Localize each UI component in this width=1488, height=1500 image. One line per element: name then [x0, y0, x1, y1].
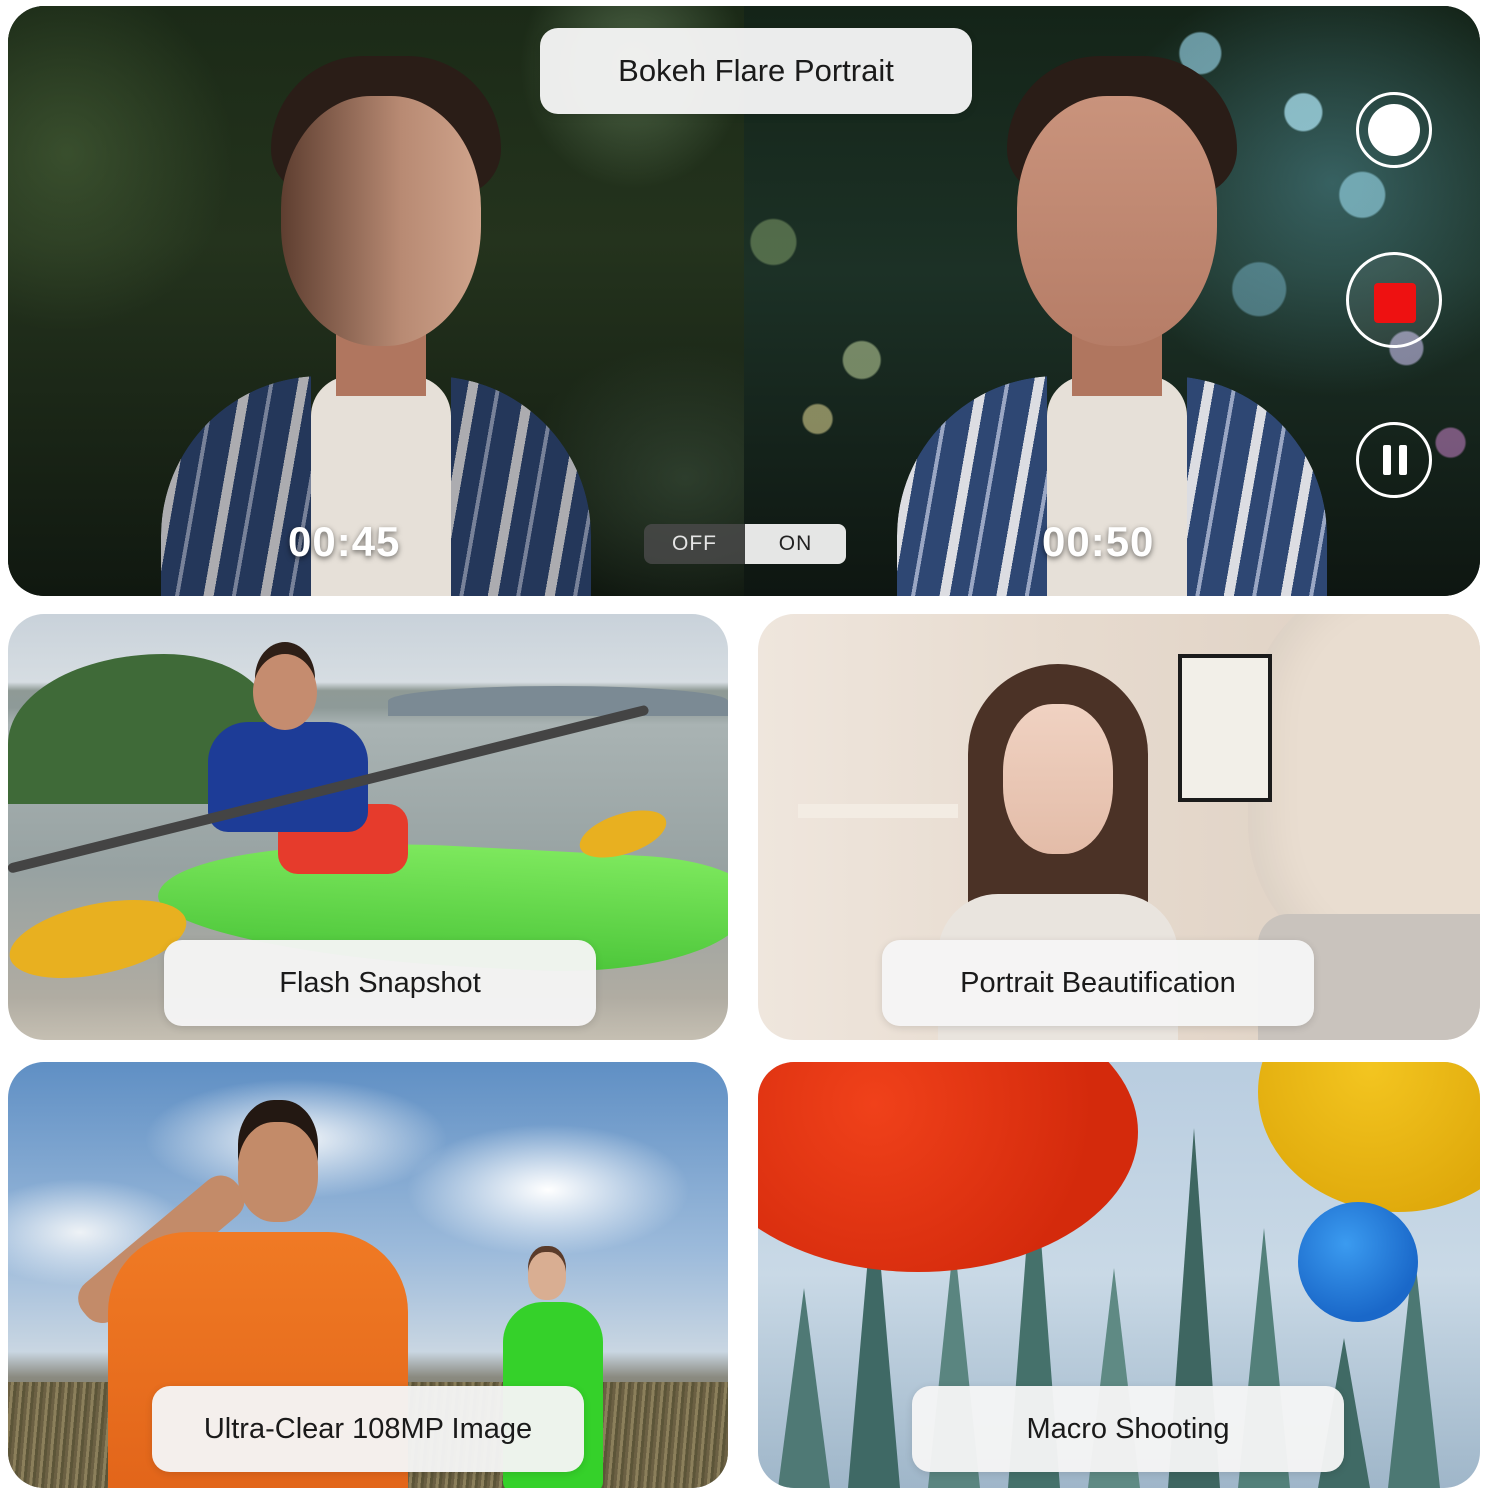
red-balloon: [758, 1062, 1138, 1272]
macro-shooting-card: Macro Shooting: [758, 1062, 1480, 1488]
pause-icon-bar: [1399, 445, 1407, 475]
yellow-balloon: [1258, 1062, 1480, 1212]
pause-icon: [1383, 445, 1391, 475]
portrait-subject-off: [161, 56, 591, 596]
shutter-button[interactable]: [1356, 92, 1432, 168]
stop-record-button[interactable]: [1346, 252, 1442, 348]
flash-snapshot-card: Flash Snapshot: [8, 614, 728, 1040]
feature-label: Macro Shooting: [912, 1386, 1344, 1472]
timer-off: 00:45: [288, 518, 401, 565]
blue-balloon: [1298, 1202, 1418, 1322]
timer-on: 00:50: [1042, 518, 1155, 565]
bokeh-toggle[interactable]: OFF ON: [644, 524, 846, 564]
feature-label: Ultra-Clear 108MP Image: [152, 1386, 584, 1472]
pause-button[interactable]: [1356, 422, 1432, 498]
shutter-icon: [1368, 104, 1420, 156]
stop-icon: [1374, 283, 1416, 323]
toggle-on[interactable]: ON: [745, 524, 846, 564]
portrait-beautification-card: Portrait Beautification: [758, 614, 1480, 1040]
feature-label: Portrait Beautification: [882, 940, 1314, 1026]
portrait-subject-on: [897, 56, 1327, 596]
feature-label: Flash Snapshot: [164, 940, 596, 1026]
feature-title: Bokeh Flare Portrait: [540, 28, 972, 114]
bokeh-flare-portrait-card: Bokeh Flare Portrait 00:45 00:50 OFF ON: [8, 6, 1480, 596]
ultra-clear-108mp-card: Ultra-Clear 108MP Image: [8, 1062, 728, 1488]
toggle-off[interactable]: OFF: [644, 524, 745, 564]
agave-leaf: [778, 1288, 830, 1488]
